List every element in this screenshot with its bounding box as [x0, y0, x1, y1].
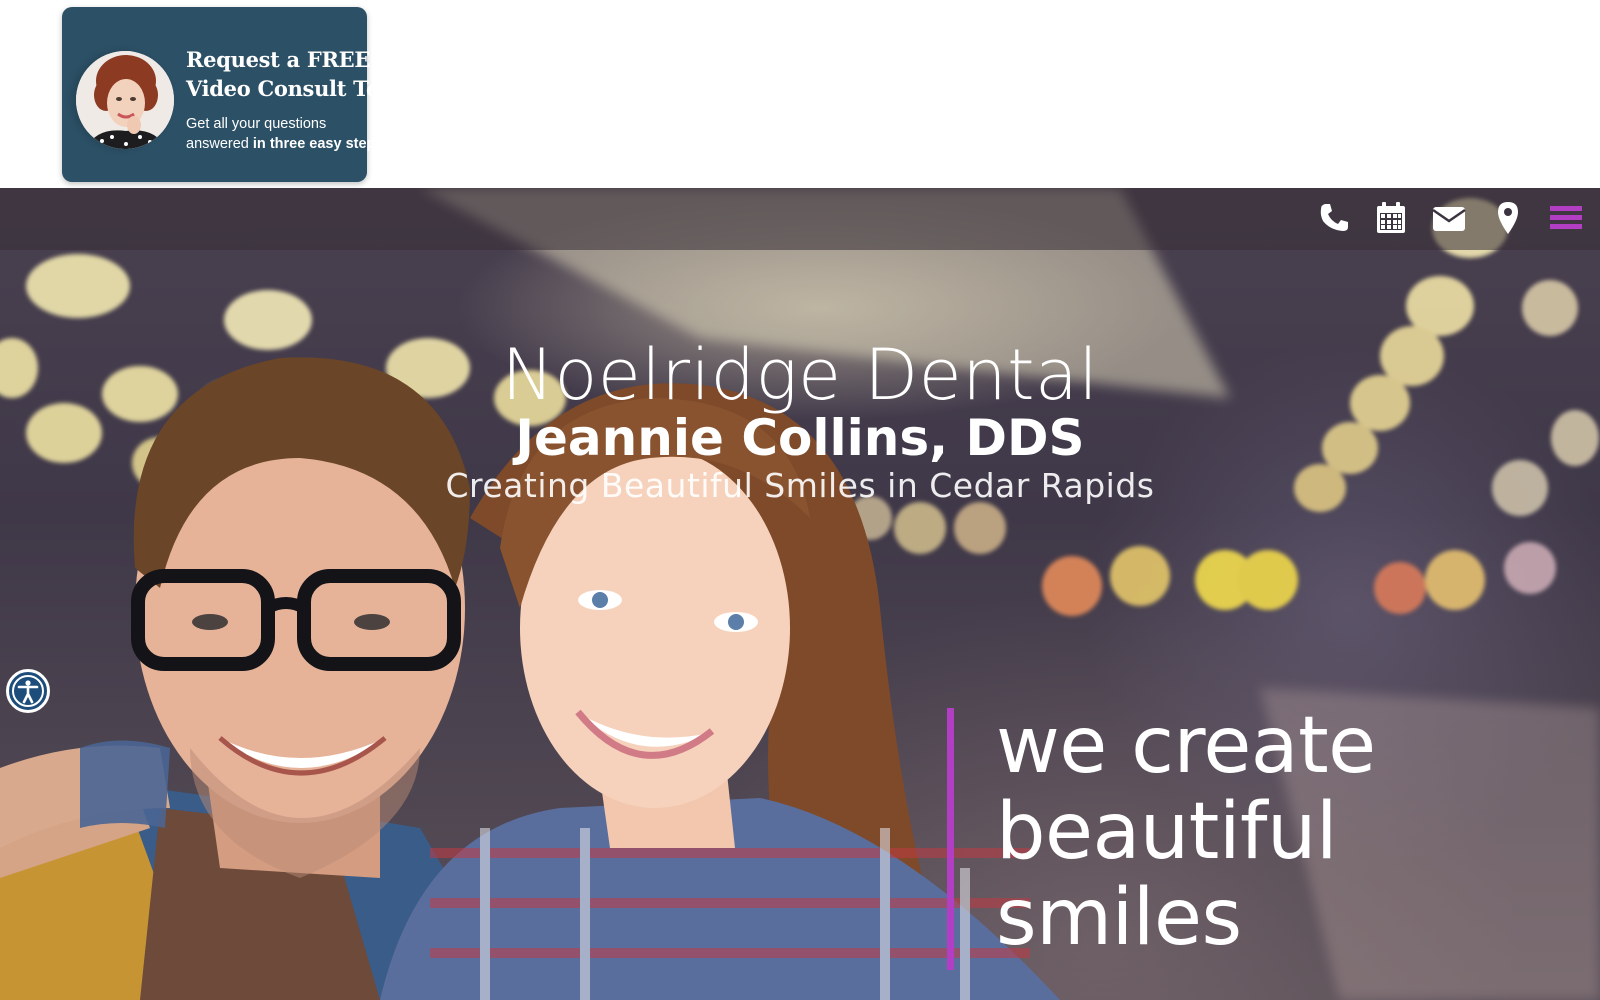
promo-sub-line1: Get all your questions — [186, 116, 327, 132]
promo-sub-bold: in three easy steps! — [252, 136, 389, 152]
practice-name: Noelridge Dental — [501, 334, 1099, 416]
promo-title-line2: Video Consult Today — [186, 76, 420, 101]
tagline: Creating Beautiful Smiles in Cedar Rapid… — [445, 466, 1155, 505]
promo-title: Request a FREE Video Consult Today — [186, 45, 426, 103]
map-pin-icon[interactable] — [1490, 200, 1526, 236]
accessibility-button[interactable] — [6, 669, 50, 713]
consultant-photo — [76, 51, 174, 149]
slogan-line3: smiles — [996, 873, 1242, 963]
slogan: we create beautiful smiles — [996, 703, 1556, 961]
accessibility-icon — [12, 675, 44, 707]
promo-title-line1: Request a FREE — [186, 47, 371, 72]
slogan-accent-bar — [947, 708, 954, 970]
calendar-icon[interactable] — [1373, 200, 1409, 236]
envelope-icon[interactable] — [1431, 200, 1467, 236]
promo-sub-plain: answered — [186, 136, 253, 152]
slogan-line1: we create — [996, 701, 1376, 791]
phone-icon[interactable] — [1316, 200, 1352, 236]
promo-sub-line2: answered in three easy steps! — [186, 134, 416, 154]
hero-titles: Noelridge Dental Jeannie Collins, DDS Cr… — [0, 338, 1600, 508]
hamburger-menu-icon[interactable] — [1548, 200, 1584, 236]
promo-subtitle: Get all your questions answered in three… — [186, 114, 416, 154]
doctor-name: Jeannie Collins, DDS — [515, 409, 1085, 467]
top-header: Request a FREE Video Consult Today Get a… — [0, 0, 1600, 188]
hero-banner: Noelridge Dental Jeannie Collins, DDS Cr… — [0, 188, 1600, 1000]
slogan-line2: beautiful — [996, 787, 1338, 877]
video-consult-promo[interactable]: Request a FREE Video Consult Today Get a… — [62, 7, 420, 182]
top-navigation-bar — [0, 188, 1600, 250]
